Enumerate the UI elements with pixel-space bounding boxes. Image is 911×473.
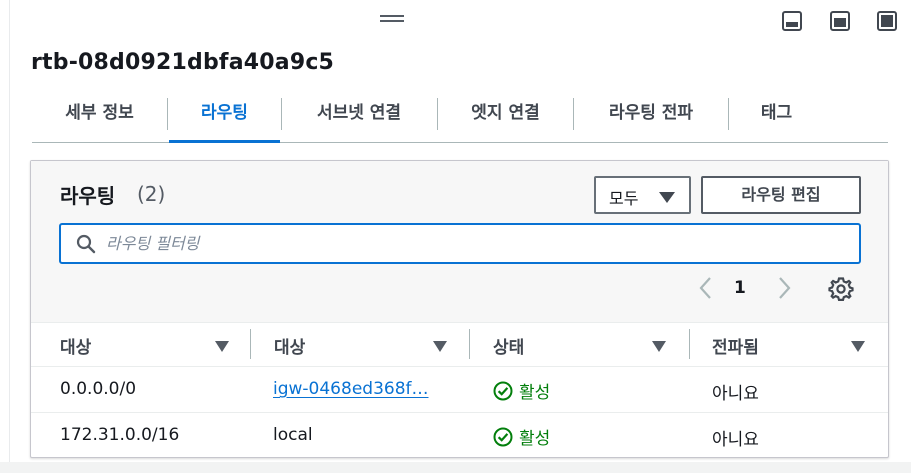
route-status: 활성	[493, 424, 550, 449]
sort-caret-icon[interactable]	[215, 341, 229, 352]
column-label: 대상	[60, 338, 92, 358]
sort-caret-icon[interactable]	[433, 341, 447, 352]
tab-tags[interactable]: 태그	[729, 92, 824, 142]
tab-edge-associations[interactable]: 엣지 연결	[438, 92, 573, 142]
chevron-right-icon[interactable]	[774, 275, 794, 301]
column-label: 전파됨	[712, 338, 759, 358]
tab-bar: 세부 정보 라우팅 서브넷 연결 엣지 연결 라우팅 전파 태그	[32, 92, 888, 143]
route-table-title: rtb-08d0921dbfa40a9c5	[31, 50, 335, 75]
route-destination: 0.0.0.0/0	[60, 379, 137, 399]
column-separator[interactable]	[250, 329, 251, 359]
column-separator[interactable]	[689, 329, 690, 359]
status-label: 활성	[519, 383, 551, 403]
tab-separator	[167, 98, 168, 130]
edit-routes-button[interactable]: 라우팅 편집	[701, 176, 861, 214]
filter-input[interactable]	[106, 225, 846, 262]
page-divider	[9, 0, 10, 473]
route-target: local	[273, 425, 313, 445]
route-type-select[interactable]: 모두	[594, 176, 691, 214]
table-row: 0.0.0.0/0 igw-0468ed368f… 활성 아니요	[31, 366, 888, 412]
search-icon	[76, 234, 96, 254]
route-filter	[59, 223, 861, 264]
routes-panel: 라우팅 (2) 모두 라우팅 편집 1 대상 대상 상태	[30, 160, 889, 458]
status-label: 활성	[519, 429, 551, 449]
route-propagated: 아니요	[712, 384, 759, 404]
route-destination: 172.31.0.0/16	[60, 425, 180, 445]
route-propagated: 아니요	[712, 430, 759, 450]
sort-caret-icon[interactable]	[652, 341, 666, 352]
panel-title: 라우팅	[60, 184, 116, 208]
caret-down-icon	[659, 192, 675, 203]
tab-details[interactable]: 세부 정보	[32, 92, 167, 142]
column-header-target[interactable]: 대상	[274, 323, 449, 367]
page-number[interactable]: 1	[734, 278, 746, 298]
route-target-link[interactable]: igw-0468ed368f…	[273, 379, 429, 399]
sort-caret-icon[interactable]	[851, 341, 865, 352]
column-label: 대상	[274, 338, 306, 358]
status-success-icon	[493, 381, 513, 400]
select-value: 모두	[609, 189, 639, 208]
gear-icon[interactable]	[828, 276, 854, 302]
route-status: 활성	[493, 378, 550, 403]
column-header-status[interactable]: 상태	[493, 323, 668, 367]
column-separator[interactable]	[469, 329, 470, 359]
chevron-left-icon[interactable]	[696, 275, 716, 301]
page-bottom-band	[0, 462, 911, 473]
status-success-icon	[493, 427, 513, 446]
drag-handle-icon[interactable]	[380, 15, 404, 24]
column-label: 상태	[493, 338, 525, 358]
column-header-destination[interactable]: 대상	[60, 323, 230, 367]
layout-bottom-icon[interactable]	[782, 11, 802, 31]
column-header-propagated[interactable]: 전파됨	[712, 323, 872, 367]
tab-subnet-associations[interactable]: 서브넷 연결	[282, 92, 436, 142]
layout-side-icon[interactable]	[830, 11, 850, 31]
tab-route-propagation[interactable]: 라우팅 전파	[574, 92, 728, 142]
layout-full-icon[interactable]	[877, 11, 897, 31]
tab-routes[interactable]: 라우팅	[169, 92, 280, 143]
table-row: 172.31.0.0/16 local 활성 아니요	[31, 412, 888, 458]
route-count: (2)	[137, 182, 166, 206]
